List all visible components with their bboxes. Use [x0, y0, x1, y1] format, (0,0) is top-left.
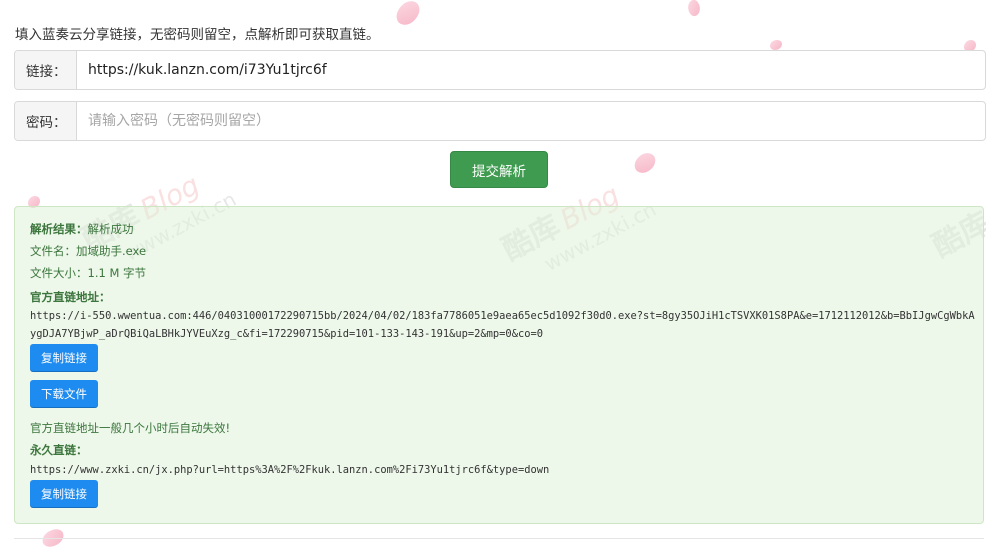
- petal-decoration: [393, 0, 423, 30]
- copy-link-button[interactable]: 复制链接: [30, 344, 98, 371]
- copy-permanent-link-button[interactable]: 复制链接: [30, 480, 98, 507]
- official-url-heading: 官方直链地址：: [30, 289, 111, 305]
- password-label: 密码：: [15, 102, 77, 140]
- filename-label: 文件名：: [30, 244, 76, 258]
- permanent-url-text: https://www.zxki.cn/jx.php?url=https%3A%…: [30, 464, 550, 476]
- download-file-button[interactable]: 下载文件: [30, 380, 98, 407]
- permanent-url-label: 永久直链：: [30, 443, 88, 457]
- permanent-url-heading: 永久直链：: [30, 442, 88, 458]
- filesize-label: 文件大小：: [30, 266, 88, 280]
- link-input-group: 链接：: [14, 50, 986, 90]
- filename-value: 加域助手.exe: [76, 244, 147, 258]
- filesize-line: 文件大小：1.1 M 字节: [30, 265, 146, 281]
- official-url-label: 官方直链地址：: [30, 290, 111, 304]
- result-panel: 解析结果：解析成功 文件名：加域助手.exe 文件大小：1.1 M 字节 官方直…: [14, 206, 984, 524]
- status-value: 解析成功: [87, 222, 134, 236]
- petal-decoration: [631, 148, 659, 178]
- filesize-value: 1.1 M 字节: [87, 266, 147, 280]
- official-url-text: https://i-550.wwentua.com:446/0403100017…: [30, 310, 975, 340]
- divider: [14, 538, 984, 539]
- password-input-group: 密码：: [14, 101, 986, 141]
- link-label: 链接：: [15, 51, 77, 89]
- status-label: 解析结果：: [30, 222, 88, 236]
- expire-note: 官方直链地址一般几个小时后自动失效!: [30, 421, 231, 435]
- petal-decoration: [770, 40, 782, 50]
- filename-line: 文件名：加域助手.exe: [30, 243, 146, 259]
- password-input[interactable]: [77, 102, 985, 140]
- submit-parse-button[interactable]: 提交解析: [450, 151, 548, 188]
- link-input[interactable]: [77, 51, 985, 89]
- instruction-text: 填入蓝奏云分享链接，无密码则留空，点解析即可获取直链。: [15, 27, 380, 43]
- status-line: 解析结果：解析成功: [30, 221, 134, 237]
- petal-decoration: [685, 0, 703, 18]
